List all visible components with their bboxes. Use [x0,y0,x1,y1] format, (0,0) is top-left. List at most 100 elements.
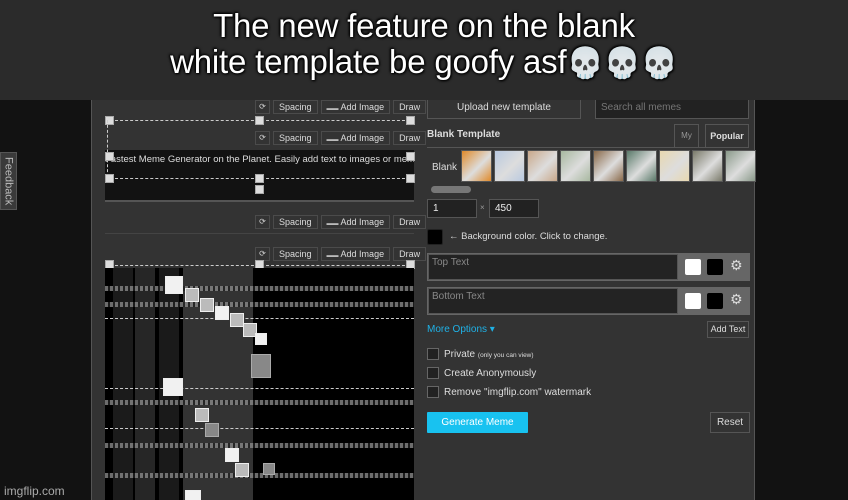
selection-border [105,428,414,429]
reset-button[interactable]: Reset [710,412,750,433]
glitch-handle [200,298,214,312]
top-text-input[interactable]: Top Text [428,254,678,280]
selection-border [105,388,414,389]
thumbnails-scrollbar[interactable] [431,186,471,193]
anonymous-checkbox[interactable] [427,367,439,379]
times-sign: × [480,203,485,212]
tab-my[interactable]: My [674,124,699,147]
more-options-link[interactable]: More Options ▾ [427,324,495,335]
image-icon: ▬▬ [326,106,339,112]
template-thumbnail-running-away[interactable] [725,150,756,182]
add-image-button[interactable]: ▬▬ Add Image [320,100,391,114]
caption-line-2-text: white template be goofy asf [170,43,567,80]
caption-line-1: The new feature on the blank [213,7,635,44]
remove-watermark-label: Remove "imgflip.com" watermark [444,387,592,398]
spacing-button[interactable]: Spacing [273,100,318,114]
anonymous-label: Create Anonymously [444,368,537,379]
top-text-row: Top Text ⚙ [427,253,750,281]
section-title: Blank Template [427,129,501,140]
glitched-meme-canvas[interactable] [105,268,414,500]
template-thumbnail-bike-fall[interactable] [560,150,591,182]
template-thumbnail-buff-doge-vs-cheems[interactable] [659,150,690,182]
background-color-label: ← Background color. Click to change. [449,231,608,242]
add-text-button[interactable]: Add Text [707,321,749,338]
glitch-row [105,443,414,448]
bottom-text-outline-color[interactable] [707,293,723,309]
divider [105,233,414,234]
remove-watermark-checkbox[interactable] [427,386,439,398]
meme-caption: The new feature on the blank white templ… [0,0,848,100]
editor-toolbar: ⟳ Spacing ▬▬ Add Image Draw [255,100,427,114]
skull-emoji-icon: 💀💀💀 [566,46,678,81]
resize-handle[interactable] [406,174,415,183]
editor-toolbar: ⟳ Spacing ▬▬ Add Image Draw [255,215,427,229]
template-thumbnail-distracted-boyfriend[interactable] [527,150,558,182]
add-image-button[interactable]: ▬▬ Add Image [320,215,391,229]
template-text: Fastest Meme Generator on the Planet. Ea… [105,154,414,165]
add-image-button[interactable]: ▬▬ Add Image [320,131,391,145]
template-thumbnail-uno-draw-25[interactable] [593,150,624,182]
feedback-tab[interactable]: Feedback [0,152,17,210]
tab-popular[interactable]: Popular [705,124,749,148]
caption-line-2: white template be goofy asf💀💀💀 [0,44,848,82]
top-text-outline-color[interactable] [707,259,723,275]
bottom-text-input[interactable]: Bottom Text [428,288,678,314]
rotate-icon[interactable]: ⟳ [255,247,270,261]
editor-toolbar: ⟳ Spacing ▬▬ Add Image Draw [255,131,427,145]
spacing-button[interactable]: Spacing [273,247,318,261]
add-image-label: Add Image [340,217,385,227]
rotate-icon[interactable]: ⟳ [255,215,270,229]
spacing-button[interactable]: Spacing [273,215,318,229]
template-thumbnail-drake[interactable] [461,150,492,182]
private-label: Private (only you can view) [444,349,534,360]
add-image-label: Add Image [340,133,385,143]
rotate-handle[interactable] [255,185,264,194]
editor-toolbar: ⟳ Spacing ▬▬ Add Image Draw [255,247,427,261]
resize-handle[interactable] [406,116,415,125]
height-input[interactable] [489,199,539,218]
resize-handle[interactable] [255,116,264,125]
glitch-handle [230,313,244,327]
meme-editor: ⟳ Spacing ▬▬ Add Image Draw ⟳ Spacing ▬▬… [92,90,427,500]
spacing-button[interactable]: Spacing [273,131,318,145]
rotate-icon[interactable]: ⟳ [255,100,270,114]
glitch-handle [235,463,249,477]
gear-icon[interactable]: ⚙ [730,292,743,308]
image-icon: ▬▬ [326,221,339,227]
template-thumbnails [461,150,756,182]
glitch-row [105,473,414,478]
generate-meme-button[interactable]: Generate Meme [427,412,528,433]
gear-icon[interactable]: ⚙ [730,258,743,274]
glitch-handle [185,288,199,302]
resize-handle[interactable] [406,152,415,161]
top-text-fill-color[interactable] [685,259,701,275]
template-thumbnail-left-exit-12[interactable] [626,150,657,182]
glitch-handle [255,333,267,345]
glitch-handle [195,408,209,422]
glitch-handle [263,463,275,475]
tabs-divider [427,147,749,148]
resize-handle[interactable] [105,152,114,161]
background-color-swatch[interactable] [427,229,443,245]
rotate-icon[interactable]: ⟳ [255,131,270,145]
blank-label: Blank [432,162,458,173]
template-thumbnail-two-buttons[interactable] [494,150,525,182]
glitch-handle [185,490,201,500]
private-checkbox[interactable] [427,348,439,360]
private-note: (only you can view) [477,352,534,359]
glitch-row [105,286,414,291]
resize-handle[interactable] [105,174,114,183]
meme-options-form: Upload new template Blank Template My Po… [417,90,756,500]
add-image-button[interactable]: ▬▬ Add Image [320,247,391,261]
glitch-row [105,302,414,307]
width-input[interactable] [427,199,477,218]
image-icon: ▬▬ [326,137,339,143]
bottom-text-fill-color[interactable] [685,293,701,309]
bottom-text-row: Bottom Text ⚙ [427,287,750,315]
glitch-row [105,400,414,405]
selection-border [107,120,108,182]
template-thumbnail-bernie[interactable] [692,150,723,182]
resize-handle[interactable] [255,174,264,183]
glitch-handle [205,423,219,437]
screenshot: The new feature on the blank white templ… [0,0,848,500]
